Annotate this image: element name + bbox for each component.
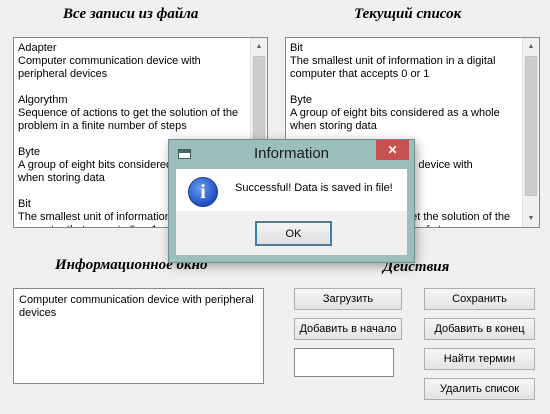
search-term-input[interactable]: [294, 348, 394, 377]
dialog-body: i Successful! Data is saved in file!: [176, 169, 407, 211]
list-item[interactable]: Algorythm Sequence of actions to get the…: [18, 94, 247, 133]
scroll-down-arrow-icon[interactable]: ▼: [523, 210, 539, 227]
delete-list-button[interactable]: Удалить список: [424, 378, 535, 400]
add-to-end-button[interactable]: Добавить в конец: [424, 318, 535, 340]
find-term-button[interactable]: Найти термин: [424, 348, 535, 370]
load-button[interactable]: Загрузить: [294, 288, 402, 310]
list-item-definition: Computer communication device with perip…: [18, 55, 201, 80]
list-item-definition: Sequence of actions to get the solution …: [18, 107, 239, 132]
dialog-titlebar[interactable]: Information ✕: [169, 140, 414, 169]
close-icon[interactable]: ✕: [376, 140, 409, 160]
information-dialog[interactable]: Information ✕ i Successful! Data is save…: [168, 139, 415, 263]
list-item-definition: The smallest unit of information in a di…: [290, 55, 496, 80]
list-item-term: Adapter: [18, 42, 57, 54]
dialog-client: i Successful! Data is saved in file! OK: [176, 169, 407, 255]
current-list-scrollbar[interactable]: ▲ ▼: [522, 38, 539, 227]
ok-button[interactable]: OK: [255, 221, 332, 246]
info-window-textbox[interactable]: Computer communication device with perip…: [13, 288, 264, 384]
scroll-thumb[interactable]: [525, 56, 537, 196]
list-item[interactable]: Byte A group of eight bits considered as…: [290, 94, 519, 133]
heading-all-records: Все записи из файла: [63, 6, 199, 22]
list-item[interactable]: Adapter Computer communication device wi…: [18, 42, 247, 81]
information-icon: i: [188, 177, 218, 207]
scroll-up-arrow-icon[interactable]: ▲: [523, 38, 539, 55]
list-item-term: Bit: [290, 42, 303, 54]
add-to-start-button[interactable]: Добавить в начало: [294, 318, 402, 340]
scroll-up-arrow-icon[interactable]: ▲: [251, 38, 267, 55]
save-button[interactable]: Сохранить: [424, 288, 535, 310]
heading-current-list: Текущий список: [354, 6, 462, 22]
dialog-message: Successful! Data is saved in file!: [235, 182, 393, 194]
list-item-definition: A group of eight bits considered as a wh…: [290, 107, 500, 132]
list-item-term: Byte: [290, 94, 313, 106]
scroll-thumb[interactable]: [253, 56, 265, 148]
info-window-text: Computer communication device with perip…: [19, 294, 254, 319]
list-item-term: Algorythm: [18, 94, 68, 106]
list-item[interactable]: Bit The smallest unit of information in …: [290, 42, 519, 81]
